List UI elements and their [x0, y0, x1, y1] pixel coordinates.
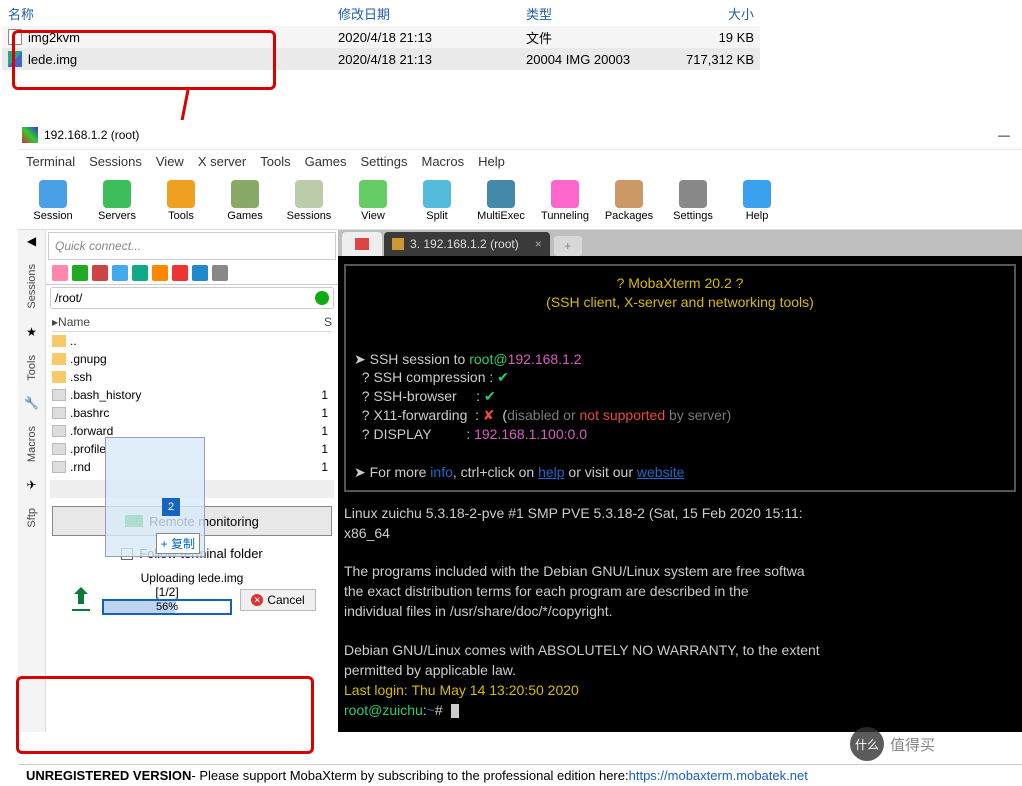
servers-icon	[103, 180, 131, 208]
session-icon	[39, 180, 67, 208]
edit-icon[interactable]	[192, 265, 208, 281]
tab-close[interactable]: ×	[535, 237, 542, 251]
cancel-icon: ✕	[251, 594, 263, 606]
left-tab-strip: ◀ Sessions ★ Tools 🔧 Macros ✈ Sftp	[18, 230, 46, 732]
sftp-item[interactable]: .bashrc1	[52, 404, 332, 422]
toolbar-split-button[interactable]: Split	[406, 175, 468, 227]
file-icon	[52, 407, 66, 419]
hidden-icon[interactable]	[212, 265, 228, 281]
menu-terminal[interactable]: Terminal	[26, 154, 75, 169]
upload-counter: [1/2]	[102, 585, 232, 599]
menu-help[interactable]: Help	[478, 154, 505, 169]
session-tab[interactable]: 3. 192.168.1.2 (root) ×	[384, 232, 550, 256]
menu-macros[interactable]: Macros	[421, 154, 464, 169]
toolbar-view-button[interactable]: View	[342, 175, 404, 227]
toolbar-games-button[interactable]: Games	[214, 175, 276, 227]
menubar: Terminal Sessions View X server Tools Ga…	[18, 150, 1022, 173]
window-titlebar: 192.168.1.2 (root) —	[18, 120, 1022, 150]
copy-hint: + 复制	[156, 533, 200, 554]
sftp-columns: ▸ NameS	[52, 313, 332, 332]
toolbar-settings-button[interactable]: Settings	[662, 175, 724, 227]
games-icon	[231, 180, 259, 208]
delete-icon[interactable]	[172, 265, 188, 281]
file-icon	[52, 389, 66, 401]
window-title: 192.168.1.2 (root)	[44, 128, 139, 142]
toolbar-tunneling-button[interactable]: Tunneling	[534, 175, 596, 227]
upload-icon[interactable]	[92, 265, 108, 281]
upload-arrow-icon	[68, 587, 94, 613]
tunneling-icon	[551, 180, 579, 208]
vtab-sftp[interactable]: Sftp	[26, 508, 38, 528]
window-minimize[interactable]: —	[986, 126, 1022, 144]
vtab-macros[interactable]: Macros	[26, 426, 38, 462]
sftp-item[interactable]: .bash_history1	[52, 386, 332, 404]
watermark: 什么 值得买	[850, 722, 1020, 766]
menu-games[interactable]: Games	[305, 154, 347, 169]
tools-icon	[167, 180, 195, 208]
drag-count-badge: 2	[162, 498, 180, 516]
refresh-icon[interactable]	[112, 265, 128, 281]
toolbar-multiexec-button[interactable]: MultiExec	[470, 175, 532, 227]
view-icon	[359, 180, 387, 208]
app-icon	[22, 127, 38, 143]
path-input[interactable]: /root/	[50, 287, 334, 309]
terminal-output[interactable]: ? MobaXterm 20.2 ? (SSH client, X-server…	[338, 256, 1022, 732]
upload-status: Uploading lede.img	[50, 571, 334, 585]
packages-icon	[615, 180, 643, 208]
status-bar: UNREGISTERED VERSION - Please support Mo…	[18, 764, 1022, 786]
sftp-item[interactable]: ..	[52, 332, 332, 350]
drag-ghost: 2 + 复制	[105, 437, 205, 557]
file-icon	[52, 461, 66, 473]
sftp-item[interactable]: .ssh	[52, 368, 332, 386]
bookmark-icon[interactable]	[52, 265, 68, 281]
toolbar-sessions-button[interactable]: Sessions	[278, 175, 340, 227]
menu-sessions[interactable]: Sessions	[89, 154, 142, 169]
explorer-columns: 名称 修改日期 类型 大小	[2, 0, 760, 26]
annotation-box	[12, 30, 276, 90]
toolbar-session-button[interactable]: Session	[22, 175, 84, 227]
multiexec-icon	[487, 180, 515, 208]
col-name[interactable]: 名称	[2, 4, 332, 23]
terminal-tabs: 3. 192.168.1.2 (root) × +	[338, 230, 1022, 256]
col-type[interactable]: 类型	[520, 4, 675, 23]
new-tab-button[interactable]: +	[554, 236, 582, 256]
cancel-button[interactable]: ✕Cancel	[240, 589, 316, 611]
menu-xserver[interactable]: X server	[198, 154, 246, 169]
menu-settings[interactable]: Settings	[361, 154, 408, 169]
toolbar-servers-button[interactable]: Servers	[86, 175, 148, 227]
newfile-icon[interactable]	[152, 265, 168, 281]
folder-icon	[52, 353, 66, 365]
vtab-sessions[interactable]: Sessions	[26, 264, 38, 309]
col-date[interactable]: 修改日期	[332, 4, 520, 23]
path-ok-icon	[315, 291, 329, 305]
split-icon	[423, 180, 451, 208]
help-icon	[743, 180, 771, 208]
newfolder-icon[interactable]	[132, 265, 148, 281]
file-icon	[52, 443, 66, 455]
file-icon	[52, 425, 66, 437]
toolbar-tools-button[interactable]: Tools	[150, 175, 212, 227]
settings-icon	[679, 180, 707, 208]
col-size[interactable]: 大小	[675, 4, 760, 23]
vtab-tools[interactable]: Tools	[26, 355, 38, 381]
folder-icon	[52, 335, 66, 347]
home-icon	[355, 238, 369, 250]
sftp-item[interactable]: .gnupg	[52, 350, 332, 368]
menu-view[interactable]: View	[156, 154, 184, 169]
quick-connect-input[interactable]: Quick connect...	[48, 232, 336, 260]
sessions-icon	[295, 180, 323, 208]
tab-icon	[392, 238, 404, 250]
toolbar: SessionServersToolsGamesSessionsViewSpli…	[18, 173, 1022, 230]
folder-icon	[52, 371, 66, 383]
home-tab[interactable]	[342, 232, 382, 256]
annotation-box	[16, 676, 314, 754]
sftp-toolbar	[46, 262, 338, 285]
progress-bar: 56%	[102, 599, 232, 615]
menu-tools[interactable]: Tools	[260, 154, 290, 169]
toolbar-packages-button[interactable]: Packages	[598, 175, 660, 227]
toolbar-help-button[interactable]: Help	[726, 175, 788, 227]
download-icon[interactable]	[72, 265, 88, 281]
footer-link[interactable]: https://mobaxterm.mobatek.net	[629, 768, 808, 783]
